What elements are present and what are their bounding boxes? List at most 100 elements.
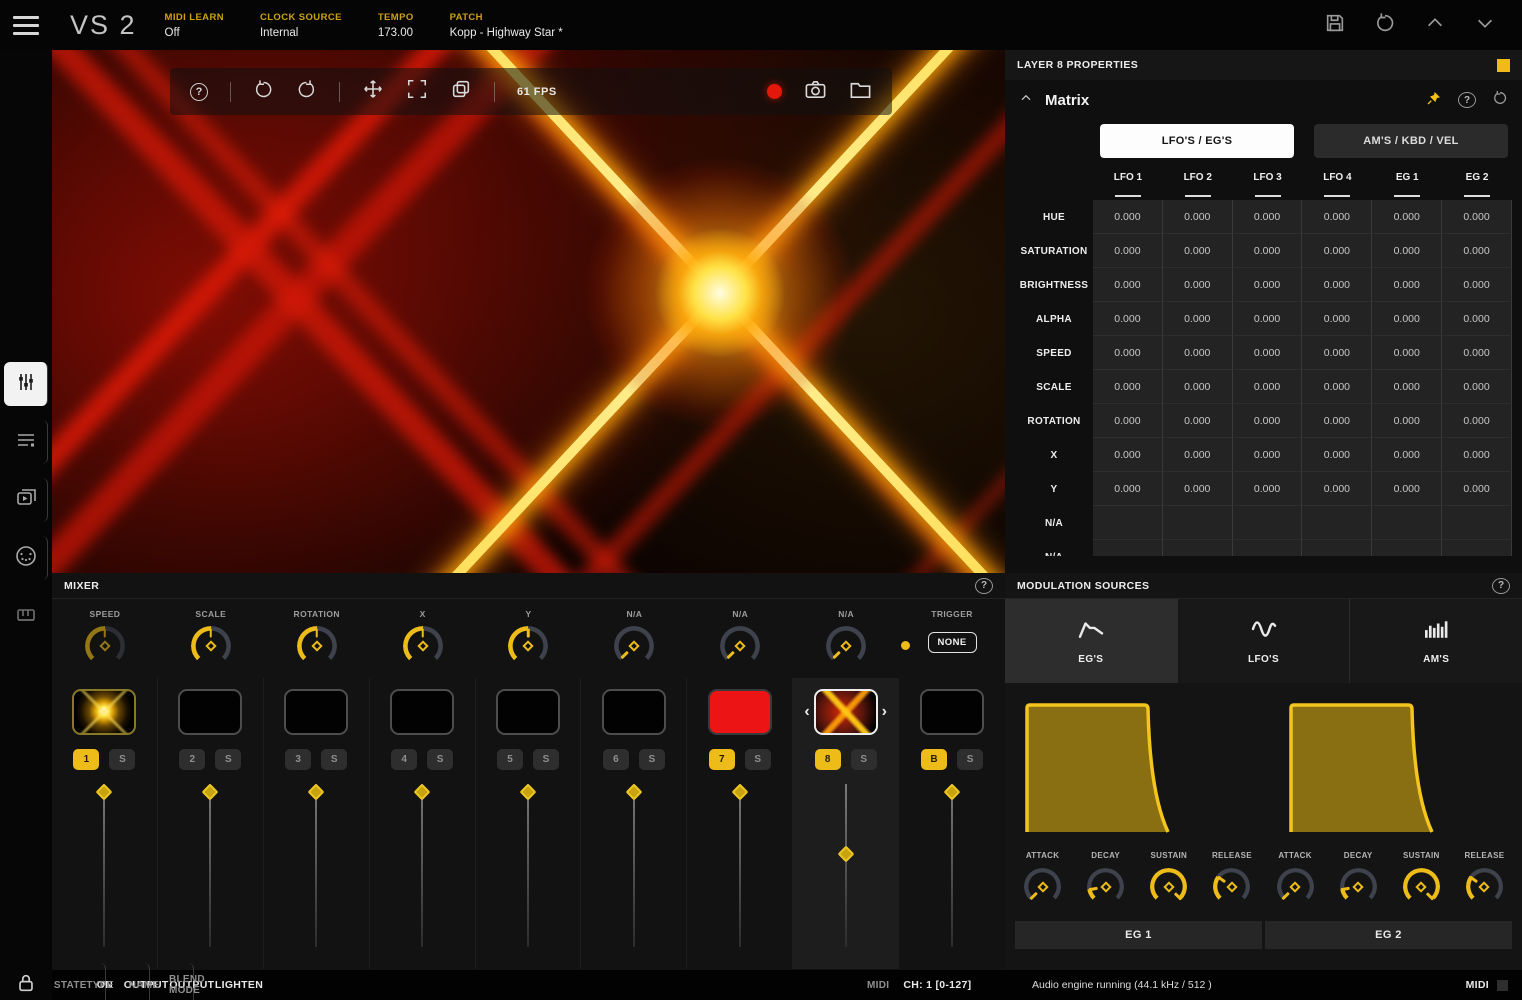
solo-button[interactable]: S bbox=[321, 749, 347, 770]
layer-thumbnail[interactable] bbox=[814, 689, 878, 735]
matrix-cell[interactable]: 0.000 bbox=[1372, 234, 1442, 268]
matrix-cell[interactable]: 0.000 bbox=[1442, 234, 1512, 268]
solo-button[interactable]: S bbox=[109, 749, 135, 770]
collapse-chevron-icon[interactable] bbox=[1019, 91, 1033, 110]
matrix-cell[interactable]: 0.000 bbox=[1093, 472, 1163, 506]
tab-lfos-egs[interactable]: LFO'S / EG'S bbox=[1100, 124, 1294, 158]
layer-select-button[interactable]: 5 bbox=[497, 749, 523, 770]
clock-source-field[interactable]: CLOCK SOURCE Internal bbox=[260, 12, 342, 39]
y-knob[interactable] bbox=[508, 626, 548, 666]
eg1-label[interactable]: EG 1 bbox=[1015, 921, 1262, 949]
layer-thumbnail[interactable] bbox=[284, 689, 348, 735]
matrix-cell[interactable]: 0.000 bbox=[1163, 200, 1233, 234]
matrix-cell[interactable]: 0.000 bbox=[1093, 336, 1163, 370]
undo-icon[interactable] bbox=[1374, 12, 1396, 39]
layer-select-button[interactable]: 3 bbox=[285, 749, 311, 770]
layer-thumbnail[interactable] bbox=[390, 689, 454, 735]
matrix-cell[interactable]: 0.000 bbox=[1372, 302, 1442, 336]
layer-fader[interactable] bbox=[519, 784, 536, 947]
layer-select-button[interactable]: 8 bbox=[815, 749, 841, 770]
eg2-release-knob[interactable] bbox=[1466, 868, 1503, 905]
matrix-cell[interactable] bbox=[1372, 506, 1442, 540]
eg2-display[interactable] bbox=[1285, 699, 1455, 839]
tab-lfos[interactable]: LFO'S bbox=[1178, 599, 1351, 683]
speed-knob[interactable] bbox=[85, 626, 125, 666]
matrix-cell[interactable]: 0.000 bbox=[1093, 438, 1163, 472]
na-knob[interactable] bbox=[826, 626, 866, 666]
matrix-cell[interactable]: 0.000 bbox=[1163, 302, 1233, 336]
trigger-mode-button[interactable]: NONE bbox=[928, 632, 977, 653]
chevron-up-icon[interactable] bbox=[1424, 12, 1446, 39]
layer-fader[interactable] bbox=[837, 784, 854, 947]
matrix-cell[interactable]: 0.000 bbox=[1233, 302, 1303, 336]
matrix-cell[interactable]: 0.000 bbox=[1442, 302, 1512, 336]
matrix-cell[interactable]: 0.000 bbox=[1302, 438, 1372, 472]
matrix-cell[interactable]: 0.000 bbox=[1163, 370, 1233, 404]
matrix-cell[interactable]: 0.000 bbox=[1302, 472, 1372, 506]
status-field[interactable]: BLEND MODE LIGHTEN bbox=[194, 963, 238, 1000]
solo-button[interactable]: S bbox=[427, 749, 453, 770]
tab-ams[interactable]: AM'S bbox=[1350, 599, 1522, 683]
next-layer-arrow[interactable]: › bbox=[882, 704, 887, 720]
solo-button[interactable]: S bbox=[639, 749, 665, 770]
matrix-cell[interactable]: 0.000 bbox=[1093, 302, 1163, 336]
layer-thumbnail[interactable] bbox=[496, 689, 560, 735]
eg2-sustain-knob[interactable] bbox=[1403, 868, 1440, 905]
matrix-cell[interactable]: 0.000 bbox=[1093, 404, 1163, 438]
layer-thumbnail[interactable] bbox=[178, 689, 242, 735]
eg1-attack-knob[interactable] bbox=[1024, 868, 1061, 905]
matrix-cell[interactable] bbox=[1163, 506, 1233, 540]
layer-fader[interactable] bbox=[96, 784, 113, 947]
matrix-cell[interactable] bbox=[1093, 506, 1163, 540]
undo-icon[interactable] bbox=[253, 79, 274, 105]
matrix-cell[interactable]: 0.000 bbox=[1093, 200, 1163, 234]
lock-icon[interactable] bbox=[0, 972, 52, 994]
folder-icon[interactable] bbox=[849, 78, 872, 106]
matrix-cell[interactable]: 0.000 bbox=[1442, 200, 1512, 234]
layer-select-button[interactable]: 4 bbox=[391, 749, 417, 770]
layer-fader[interactable] bbox=[308, 784, 325, 947]
layer-thumbnail[interactable] bbox=[708, 689, 772, 735]
layer-fader[interactable] bbox=[944, 784, 961, 947]
matrix-cell[interactable]: 0.000 bbox=[1302, 302, 1372, 336]
patch-field[interactable]: PATCH Kopp - Highway Star * bbox=[450, 12, 563, 39]
save-icon[interactable] bbox=[1324, 12, 1346, 39]
fullscreen-icon[interactable] bbox=[406, 78, 428, 105]
layer-select-button[interactable]: 6 bbox=[603, 749, 629, 770]
matrix-cell[interactable]: 0.000 bbox=[1163, 234, 1233, 268]
layer-fader[interactable] bbox=[625, 784, 642, 947]
layer-fader[interactable] bbox=[414, 784, 431, 947]
pin-icon[interactable] bbox=[1426, 90, 1442, 111]
matrix-cell[interactable]: 0.000 bbox=[1302, 200, 1372, 234]
matrix-cell[interactable]: 0.000 bbox=[1163, 268, 1233, 302]
matrix-cell[interactable]: 0.000 bbox=[1442, 472, 1512, 506]
tab-ams-kbd-vel[interactable]: AM'S / KBD / VEL bbox=[1314, 124, 1508, 158]
scale-knob[interactable] bbox=[191, 626, 231, 666]
na-knob[interactable] bbox=[614, 626, 654, 666]
rotation-knob[interactable] bbox=[297, 626, 337, 666]
tempo-field[interactable]: TEMPO 173.00 bbox=[378, 12, 414, 39]
help-icon[interactable]: ? bbox=[1458, 92, 1476, 108]
matrix-cell[interactable] bbox=[1093, 540, 1163, 556]
matrix-cell[interactable]: 0.000 bbox=[1372, 200, 1442, 234]
matrix-cell[interactable] bbox=[1302, 540, 1372, 556]
layer-thumbnail[interactable] bbox=[602, 689, 666, 735]
sidebar-item-media[interactable] bbox=[4, 478, 48, 522]
sidebar-item-keyboard[interactable] bbox=[4, 594, 48, 638]
solo-button[interactable]: S bbox=[851, 749, 877, 770]
matrix-cell[interactable]: 0.000 bbox=[1093, 234, 1163, 268]
layer-select-button[interactable]: B bbox=[921, 749, 947, 770]
matrix-cell[interactable]: 0.000 bbox=[1442, 336, 1512, 370]
matrix-cell[interactable]: 0.000 bbox=[1163, 336, 1233, 370]
eg1-decay-knob[interactable] bbox=[1087, 868, 1124, 905]
help-icon[interactable]: ? bbox=[975, 578, 993, 594]
matrix-cell[interactable] bbox=[1442, 506, 1512, 540]
eg1-display[interactable] bbox=[1021, 699, 1191, 839]
matrix-cell[interactable]: 0.000 bbox=[1372, 472, 1442, 506]
matrix-cell[interactable]: 0.000 bbox=[1372, 404, 1442, 438]
solo-button[interactable]: S bbox=[533, 749, 559, 770]
matrix-cell[interactable] bbox=[1233, 540, 1303, 556]
matrix-cell[interactable]: 0.000 bbox=[1372, 336, 1442, 370]
matrix-cell[interactable]: 0.000 bbox=[1442, 370, 1512, 404]
matrix-cell[interactable]: 0.000 bbox=[1372, 438, 1442, 472]
